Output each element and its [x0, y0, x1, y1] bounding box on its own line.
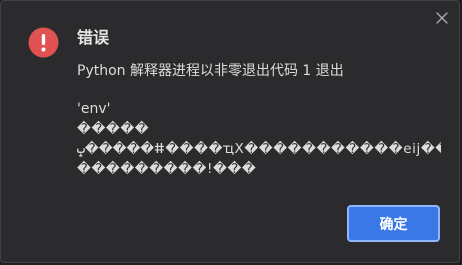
error-detail-line: ݒ�����ⵌ����ҵX�����������eij����	[77, 141, 441, 157]
error-detail-line: �����	[77, 121, 150, 137]
error-summary: Python 解释器进程以非零退出代码 1 退出	[77, 63, 344, 79]
ok-button[interactable]: 确定	[347, 205, 440, 242]
error-dialog: 错误 Python 解释器进程以非零退出代码 1 退出 'env' ����� …	[0, 0, 460, 263]
error-detail-line: 'env'	[77, 101, 111, 117]
dialog-message: Python 解释器进程以非零退出代码 1 退出 'env' ����� ݒ��…	[77, 61, 441, 179]
error-detail-line: ���������!���	[77, 161, 257, 177]
dialog-title: 错误	[77, 28, 110, 47]
close-icon	[436, 12, 448, 24]
close-button[interactable]	[431, 7, 453, 29]
error-icon	[28, 27, 59, 58]
